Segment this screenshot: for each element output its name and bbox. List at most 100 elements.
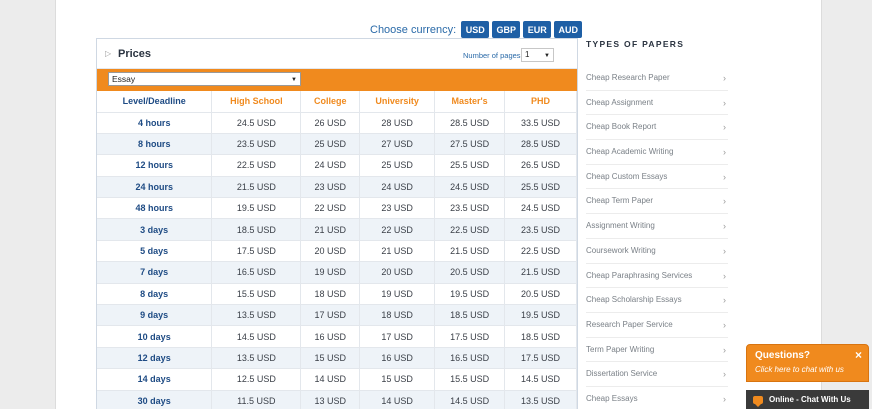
sidebar-item-label: Cheap Academic Writing [586,147,674,157]
sidebar-item-label: Cheap Paraphrasing Services [586,270,693,280]
sidebar-item[interactable]: Research Paper Service › [586,313,728,338]
table-row: 12 hours 22.5 USD 24 USD 25 USD 25.5 USD 26.5… [97,154,577,177]
price-cell: 24 USD [359,176,436,199]
sidebar-item[interactable]: Cheap Paraphrasing Services › [586,264,728,289]
sidebar-item[interactable]: Cheap Scholarship Essays › [586,288,728,313]
table-row: 30 days 11.5 USD 13 USD 14 USD 14.5 USD 13.5 … [97,390,577,409]
sidebar-item[interactable]: Coursework Writing › [586,239,728,264]
price-cell: 15 USD [359,368,436,391]
price-cell: 21 USD [359,240,436,263]
price-cell: 20.5 USD [504,283,577,306]
price-cell: 15.5 USD [434,368,506,391]
currency-usd-button[interactable]: USD [461,21,490,38]
prices-title: Prices [118,48,152,60]
sidebar-item[interactable]: Cheap Term Paper › [586,189,728,215]
sidebar-item-label: Cheap Book Report [586,122,657,132]
sidebar-item[interactable]: Cheap Essays › [586,387,728,409]
pages-select[interactable]: 1 ▼ [521,48,554,62]
price-cell: 13 USD [300,390,361,409]
sidebar-item[interactable]: Assignment Writing › [586,214,728,239]
price-cell: 18.5 USD [211,218,302,241]
price-table: Level/Deadline High School College Universi… [97,91,577,409]
price-cell: 13.5 USD [211,304,302,327]
price-cell: 18 USD [300,283,361,306]
price-cell: 23.5 USD [434,197,506,220]
caret-down-icon: ▼ [291,77,297,83]
price-cell: 24.5 USD [211,112,302,134]
deadline-cell: 10 days [97,325,213,348]
price-cell: 17.5 USD [211,240,302,263]
price-cell: 21.5 USD [211,176,302,199]
price-cell: 14.5 USD [504,368,577,391]
sidebar-item-label: Cheap Scholarship Essays [586,295,682,305]
price-cell: 19.5 USD [211,197,302,220]
price-cell: 16 USD [300,325,361,348]
price-cell: 23 USD [300,176,361,199]
sidebar-item-label: Term Paper Writing [586,344,655,354]
price-cell: 23 USD [359,197,436,220]
currency-eur-button[interactable]: EUR [523,21,552,38]
price-cell: 21 USD [300,218,361,241]
sidebar-item[interactable]: Term Paper Writing › [586,338,728,363]
sidebar-item[interactable]: Dissertation Service › [586,362,728,387]
price-cell: 28.5 USD [504,133,577,156]
paper-type-bar: Essay ▼ [97,69,577,91]
sidebar-item-label: Cheap Research Paper [586,73,670,82]
price-cell: 22 USD [300,197,361,220]
price-cell: 22.5 USD [504,240,577,263]
price-cell: 25.5 USD [504,176,577,199]
price-cell: 22.5 USD [211,154,302,177]
price-cell: 16.5 USD [434,347,506,370]
chevron-right-icon: › [723,73,726,83]
price-cell: 19.5 USD [504,304,577,327]
chevron-right-icon: › [723,97,726,108]
sidebar-item[interactable]: Cheap Research Paper › [586,66,728,91]
price-cell: 23.5 USD [211,133,302,156]
table-row: 24 hours 21.5 USD 23 USD 24 USD 24.5 USD 25.5… [97,176,577,199]
column-header: College [300,91,361,113]
price-cell: 20 USD [300,240,361,263]
deadline-cell: 4 hours [97,112,213,134]
price-cell: 17 USD [359,325,436,348]
column-header: University [359,91,436,113]
price-cell: 24.5 USD [504,197,577,220]
table-row: 4 hours 24.5 USD 26 USD 28 USD 28.5 USD 33.5 … [97,112,577,134]
prices-header: ▷ Prices Number of pages: 1 ▼ [97,39,577,69]
table-row: 14 days 12.5 USD 14 USD 15 USD 15.5 USD 14.5 … [97,368,577,391]
chevron-right-icon: › [723,393,726,404]
sidebar-item[interactable]: Cheap Custom Essays › [586,165,728,190]
price-cell: 20.5 USD [434,261,506,284]
price-cell: 19 USD [300,261,361,284]
deadline-cell: 12 hours [97,154,213,177]
price-cell: 18 USD [359,304,436,327]
sidebar-item[interactable]: Cheap Book Report › [586,115,728,141]
table-row: 5 days 17.5 USD 20 USD 21 USD 21.5 USD 22.5 U… [97,240,577,263]
close-icon[interactable]: × [855,348,862,362]
table-header-row: Level/Deadline High School College Universi… [97,91,577,113]
paper-type-select[interactable]: Essay ▼ [108,72,301,86]
currency-aud-button[interactable]: AUD [554,21,583,38]
sidebar-item-label: Cheap Assignment [586,97,654,107]
price-cell: 24.5 USD [434,176,506,199]
chat-widget[interactable]: Questions? × Click here to chat with us [746,344,869,382]
price-cell: 23.5 USD [504,218,577,241]
column-header: Master's [434,91,506,113]
chevron-right-icon: › [723,196,726,207]
sidebar-item-label: Assignment Writing [586,221,655,231]
deadline-cell: 9 days [97,304,213,327]
triangle-right-icon: ▷ [105,49,112,58]
price-cell: 16.5 USD [211,261,302,284]
table-row: 7 days 16.5 USD 19 USD 20 USD 20.5 USD 21.5 U… [97,261,577,284]
currency-selector: Choose currency: USD GBP EUR AUD [370,21,583,38]
table-body: 4 hours 24.5 USD 26 USD 28 USD 28.5 USD 33.5 … [97,112,577,409]
sidebar-item-label: Cheap Custom Essays [586,171,668,181]
table-row: 8 hours 23.5 USD 25 USD 27 USD 27.5 USD 28.5 … [97,133,577,156]
currency-gbp-button[interactable]: GBP [492,21,521,38]
price-cell: 26 USD [300,112,361,134]
deadline-cell: 12 days [97,347,213,370]
deadline-cell: 14 days [97,368,213,391]
chat-status-bar[interactable]: Online - Chat With Us [746,390,869,409]
sidebar-item[interactable]: Cheap Academic Writing › [586,140,728,165]
sidebar-item[interactable]: Cheap Assignment › [586,91,728,116]
deadline-cell: 8 days [97,283,213,306]
